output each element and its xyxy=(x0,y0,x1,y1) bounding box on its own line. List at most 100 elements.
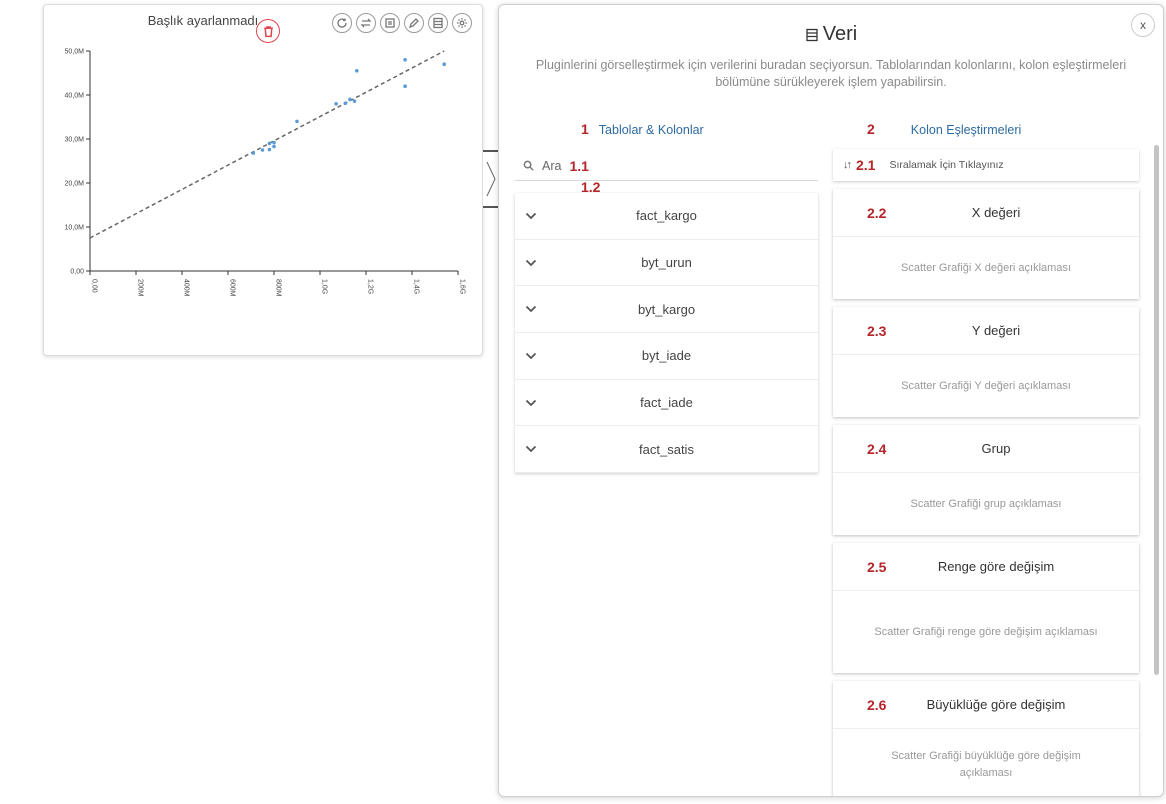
mapping-card-description: Scatter Grafiği renge göre değişim açıkl… xyxy=(874,625,1098,638)
data-point xyxy=(272,144,276,149)
mapping-card-dropzone[interactable]: Scatter Grafiği Y değeri açıklaması xyxy=(833,355,1139,417)
data-point xyxy=(442,62,447,66)
mapping-card-header: 2.6 Büyüklüğe göre değişim xyxy=(833,681,1139,729)
data-point xyxy=(348,97,352,102)
chevron-down-icon xyxy=(525,399,537,406)
panel-collapse-tab[interactable] xyxy=(483,150,499,208)
table-row[interactable]: fact_satis xyxy=(515,426,818,474)
data-point xyxy=(355,69,359,73)
mapping-card-header: 2.5 Renge göre değişim xyxy=(833,543,1139,591)
swap-button[interactable] xyxy=(356,13,376,33)
x-tick-label: 400M xyxy=(183,279,190,297)
mapping-card-description: Scatter Grafiği X değeri açıklaması xyxy=(901,261,1071,274)
edit-button[interactable] xyxy=(404,13,424,33)
mapping-card-number: 2.2 xyxy=(867,204,887,221)
mapping-card-number: 2.4 xyxy=(867,440,887,457)
mapping-card-dropzone[interactable]: Scatter Grafiği X değeri açıklaması xyxy=(833,237,1139,299)
x-tick-label: 1,0G xyxy=(321,279,328,294)
table-name: fact_kargo xyxy=(636,208,697,224)
table-row[interactable]: byt_urun xyxy=(515,240,818,287)
mapping-card-dropzone[interactable]: Scatter Grafiği büyüklüğe göre değişim a… xyxy=(833,729,1139,796)
panel-description: Pluginlerini görselleştirmek için verile… xyxy=(535,58,1127,89)
table-row[interactable]: fact_iade xyxy=(515,380,818,427)
mapping-card[interactable]: 2.2 X değeri Scatter Grafiği X değeri açık… xyxy=(833,189,1139,299)
table-icon xyxy=(433,17,443,29)
x-tick-label: 1,4G xyxy=(413,279,420,294)
table-name: fact_satis xyxy=(639,441,694,457)
y-tick-label: 30,0M xyxy=(65,137,85,144)
mapping-card-header: 2.4 Grup xyxy=(833,425,1139,473)
table-row[interactable]: byt_kargo xyxy=(515,286,818,334)
sort-label: Sıralamak İçin Tıklayınız xyxy=(889,159,1004,171)
table-name: byt_urun xyxy=(641,255,692,271)
swap-icon xyxy=(360,18,372,28)
data-point xyxy=(403,84,407,88)
data-point xyxy=(334,102,338,106)
chevron-down-icon xyxy=(525,446,537,453)
x-tick-label: 0,00 xyxy=(91,279,98,293)
mapping-card[interactable]: 2.5 Renge göre değişim Scatter Grafiği ren… xyxy=(833,543,1139,673)
chart-card: Başlık ayarlanmadı 0,00 10,0M 20,0M 30,0M 40… xyxy=(43,4,483,356)
x-tick-label: 1,6G xyxy=(459,279,466,294)
chevron-down-icon xyxy=(525,306,537,313)
mapping-card[interactable]: 2.3 Y değeri Scatter Grafiği Y değeri açık… xyxy=(833,307,1139,417)
scrollbar[interactable] xyxy=(1154,145,1159,675)
mapping-card-number: 2.5 xyxy=(867,558,887,575)
x-tick-label: 1,2G xyxy=(367,279,374,294)
section-number: 1 xyxy=(581,121,589,137)
x-tick-label: 200M xyxy=(137,279,144,297)
tables-list: fact_kargo byt_urun byt_kargo byt_iade fact_… xyxy=(515,193,818,474)
chevron-right-icon xyxy=(486,161,496,197)
chevron-down-icon xyxy=(525,352,537,360)
tables-section-label: Tablolar & Kolonlar xyxy=(598,123,704,137)
y-tick-label: 10,0M xyxy=(65,225,85,232)
mapping-card-description: Scatter Grafiği grup açıklaması xyxy=(910,497,1062,510)
table-row[interactable]: byt_iade xyxy=(515,333,818,380)
table-name: fact_iade xyxy=(640,395,693,411)
mapping-section-header: 2 Kolon Eşleştirmeleri xyxy=(867,121,1021,137)
data-point xyxy=(260,148,265,152)
mapping-card-header: 2.3 Y değeri xyxy=(833,307,1139,355)
data-point xyxy=(343,101,348,106)
table-row[interactable]: fact_kargo xyxy=(515,193,818,240)
data-point xyxy=(251,151,256,155)
table-name: byt_kargo xyxy=(637,301,696,317)
y-tick-label: 20,0M xyxy=(65,181,85,188)
mapping-card-description: Scatter Grafiği Y değeri açıklaması xyxy=(901,379,1071,392)
mapping-card-header: 2.2 X değeri xyxy=(833,189,1139,237)
section-number: 2 xyxy=(867,121,875,137)
chevron-down-icon xyxy=(525,212,537,220)
panel-title-wrap: Veri xyxy=(499,23,1163,46)
mapping-card-number: 2.6 xyxy=(867,696,887,713)
search-icon xyxy=(523,160,534,171)
data-point xyxy=(267,141,272,146)
data-point xyxy=(267,147,272,152)
mapping-card-dropzone[interactable]: Scatter Grafiği renge göre değişim açıkl… xyxy=(833,591,1139,673)
data-point xyxy=(403,58,407,62)
refresh-icon xyxy=(337,18,347,28)
refresh-button[interactable] xyxy=(332,13,352,33)
mapping-card-dropzone[interactable]: Scatter Grafiği grup açıklaması xyxy=(833,473,1139,535)
mapping-card[interactable]: 2.4 Grup Scatter Grafiği grup açıklaması xyxy=(833,425,1139,535)
x-tick-label: 800M xyxy=(275,279,282,297)
chevron-down-icon xyxy=(525,259,537,266)
trend-line xyxy=(89,50,445,239)
chart-toolbar xyxy=(332,13,472,33)
search-input[interactable]: Ara 1.1 xyxy=(515,151,818,181)
settings-button[interactable] xyxy=(452,13,472,33)
table-button[interactable] xyxy=(428,13,448,33)
mapping-card-description: Scatter Grafiği büyüklüğe göre değişim a… xyxy=(891,750,1081,779)
scatter-chart: 0,00 10,0M 20,0M 30,0M 40,0M 50,0M 0,00 200M 400… xyxy=(65,49,466,297)
edit-icon xyxy=(408,18,419,29)
table-name: byt_iade xyxy=(641,348,692,364)
sort-button[interactable]: ↓↑ 2.1 Sıralamak İçin Tıklayınız xyxy=(833,149,1139,181)
frame-button[interactable] xyxy=(380,13,400,33)
y-tick-label: 40,0M xyxy=(65,93,85,100)
mapping-card[interactable]: 2.6 Büyüklüğe göre değişim Scatter Grafiği… xyxy=(833,681,1139,796)
y-tick-label: 0,00 xyxy=(70,269,84,276)
data-point xyxy=(295,119,299,124)
x-tick-label: 600M xyxy=(229,279,236,297)
settings-icon xyxy=(457,18,467,28)
data-panel: x Veri Pluginlerini görselleştirmek için… xyxy=(498,4,1164,797)
frame-icon xyxy=(385,18,395,28)
